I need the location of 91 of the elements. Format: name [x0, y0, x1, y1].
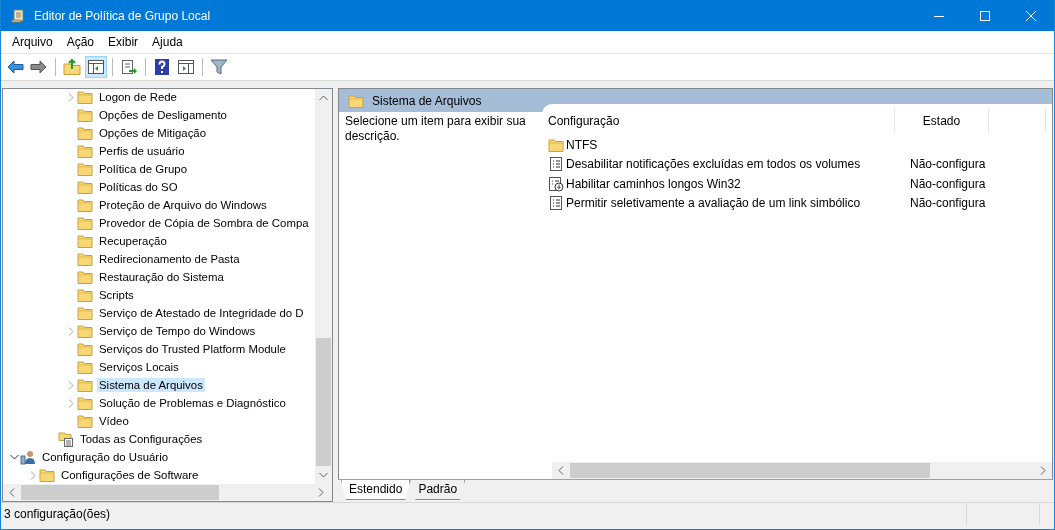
back-arrow-icon: [6, 58, 24, 76]
folder-icon: [77, 269, 93, 285]
folder-icon: [348, 92, 364, 109]
header-title: Sistema de Arquivos: [372, 93, 482, 108]
status-text: 3 configuração(ões): [3, 507, 112, 521]
folder-icon: [77, 179, 93, 195]
scroll-left-icon: [9, 488, 15, 497]
folder-icon: [39, 467, 55, 483]
tree-item[interactable]: Políticas do SO: [97, 180, 180, 194]
folder-icon: [77, 125, 93, 141]
folder-up-button[interactable]: [61, 56, 83, 78]
filter-button[interactable]: [208, 56, 230, 78]
setting-state: Não-configura: [910, 196, 986, 211]
help-icon: [153, 58, 171, 76]
menu-item[interactable]: Arquivo: [5, 35, 60, 49]
setting-state: Não-configura: [910, 157, 986, 172]
tree-item[interactable]: Serviços Locais: [97, 360, 181, 374]
close-icon: [1026, 10, 1036, 21]
scroll-up-icon: [319, 95, 328, 101]
action-pane-icon: [177, 58, 195, 76]
tree-item[interactable]: Configuração do Usuário: [40, 450, 170, 464]
tree-item[interactable]: Opções de Desligamento: [97, 108, 229, 122]
folder-icon: [77, 107, 93, 123]
folder-icon: [77, 251, 93, 267]
folder-icon: [77, 215, 93, 231]
setting-download-icon: [548, 175, 564, 192]
folder-icon: [77, 197, 93, 213]
setting-name[interactable]: Permitir seletivamente a avaliação de um link simbólico: [566, 196, 910, 211]
folder-icon: [77, 395, 93, 411]
tree-item[interactable]: Restauração do Sistema: [97, 270, 226, 284]
view-tab[interactable]: Estendido: [341, 480, 411, 500]
folder-icon: [77, 287, 93, 303]
forward-arrow-icon: [30, 58, 48, 76]
folder-icon: [77, 161, 93, 177]
folder-icon: [77, 305, 93, 321]
window-title: Editor de Política de Grupo Local: [34, 8, 212, 23]
horizontal-scrollbar[interactable]: [3, 484, 332, 501]
folder-icon: [77, 143, 93, 159]
scroll-down-icon: [319, 472, 328, 478]
description-text: Selecione um item para exibir sua descrição.: [345, 114, 526, 143]
column-header[interactable]: Configuração: [542, 108, 895, 133]
settings-list-icon: [58, 431, 74, 447]
tree-item[interactable]: Opções de Mitigação: [97, 126, 208, 140]
tree-item[interactable]: Perfis de usuário: [97, 144, 187, 158]
folder-icon: [77, 377, 93, 393]
tree-item[interactable]: Todas as Configurações: [78, 432, 205, 446]
tree-item[interactable]: Recuperação: [97, 234, 169, 248]
scroll-icon: [10, 7, 26, 24]
setting-state: Não-configura: [910, 176, 986, 191]
tree-pane-icon: [87, 58, 105, 76]
folder-icon: [77, 89, 93, 105]
tree-item[interactable]: Provedor de Cópia de Sombra de Compa: [97, 216, 311, 230]
view-tab[interactable]: Padrão: [410, 480, 466, 500]
tree-item[interactable]: Redirecionamento de Pasta: [97, 252, 242, 266]
setting-icon: [548, 156, 564, 173]
tree-pane-button[interactable]: [85, 56, 107, 78]
folder-icon: [77, 341, 93, 357]
tree-item[interactable]: Solução de Problemas e Diagnóstico: [97, 396, 288, 410]
tree-item[interactable]: Vídeo: [97, 414, 131, 428]
scroll-right-icon: [1040, 466, 1046, 475]
tree-item[interactable]: Scripts: [97, 288, 136, 302]
column-header[interactable]: Estado: [895, 108, 989, 133]
menu-item[interactable]: Ação: [59, 35, 102, 49]
setting-name[interactable]: Habilitar caminhos longos Win32: [566, 176, 910, 191]
folder-icon: [548, 136, 564, 153]
tree-item[interactable]: Serviço de Atestado de Integridade do D: [97, 306, 306, 320]
scroll-left-icon: [558, 466, 564, 475]
tree-item[interactable]: Logon de Rede: [97, 90, 179, 104]
tree-item[interactable]: Política de Grupo: [97, 162, 189, 176]
tree-item[interactable]: Proteção de Arquivo do Windows: [97, 198, 269, 212]
folder-up-icon: [63, 58, 81, 76]
vertical-scrollbar[interactable]: [315, 89, 332, 484]
setting-icon: [548, 195, 564, 212]
folder-icon: [77, 323, 93, 339]
export-list-icon: [120, 58, 138, 76]
setting-name[interactable]: Desabilitar notificações excluídas em todos os volumes: [566, 157, 910, 172]
maximize-icon: [980, 10, 990, 21]
folder-icon: [77, 359, 93, 375]
tree-item[interactable]: Configurações de Software: [59, 468, 201, 482]
setting-name[interactable]: NTFS: [566, 137, 910, 152]
tree-item[interactable]: Serviços do Trusted Platform Module: [97, 342, 288, 356]
horizontal-scrollbar[interactable]: [552, 462, 1052, 479]
folder-icon: [77, 413, 93, 429]
filter-icon: [210, 58, 228, 76]
tree-item[interactable]: Serviço de Tempo do Windows: [97, 324, 258, 338]
user-icon: [20, 449, 36, 465]
folder-icon: [77, 233, 93, 249]
tree-item[interactable]: Sistema de Arquivos: [97, 378, 205, 392]
menu-item[interactable]: Ajuda: [145, 35, 190, 49]
menu-item[interactable]: Exibir: [101, 35, 146, 49]
scroll-right-icon: [318, 488, 324, 497]
